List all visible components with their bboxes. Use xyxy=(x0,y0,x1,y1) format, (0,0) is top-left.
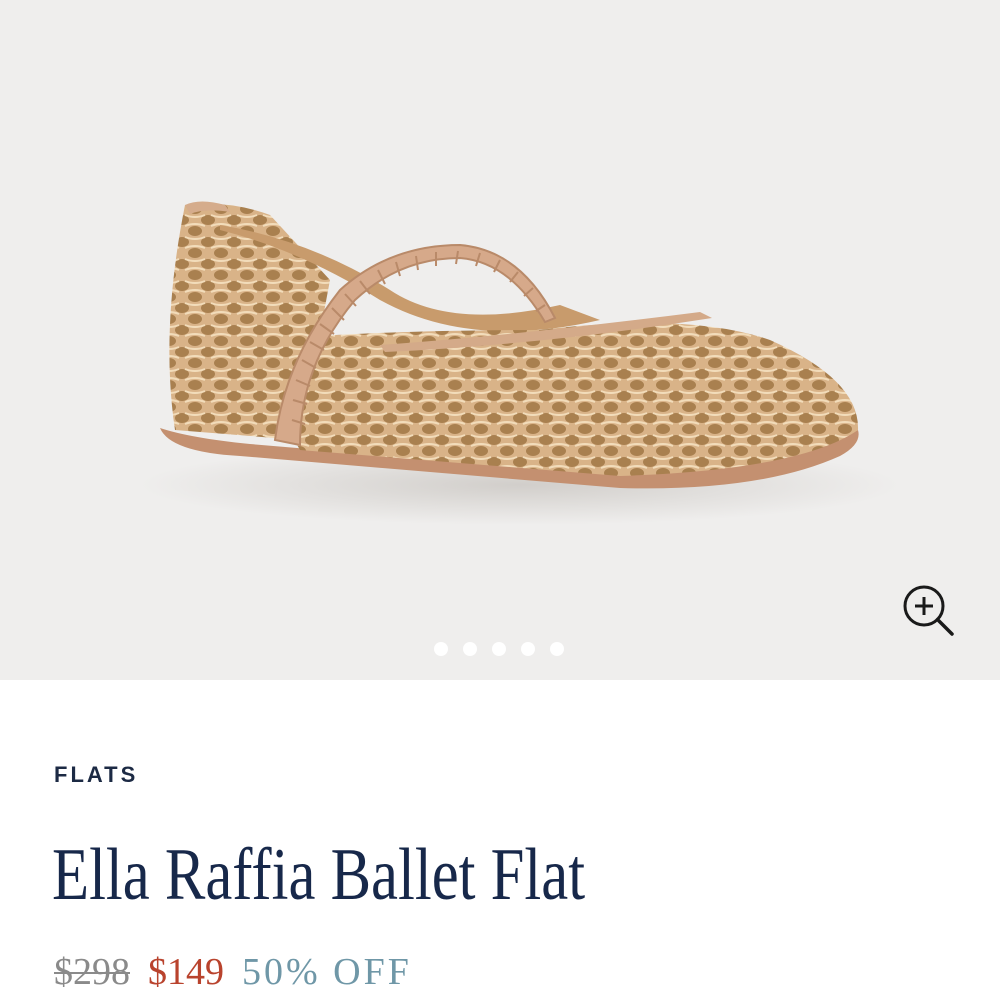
gallery-dot-1[interactable] xyxy=(434,642,448,656)
discount-badge: 50% OFF xyxy=(242,951,412,993)
sale-price: $149 xyxy=(148,951,224,993)
original-price: $298 xyxy=(54,951,130,993)
price-row: $298 $149 50% OFF xyxy=(54,948,412,996)
gallery-dot-3[interactable] xyxy=(492,642,506,656)
zoom-in-icon xyxy=(903,585,954,636)
product-title: Ella Raffia Ballet Flat xyxy=(52,834,586,916)
product-image[interactable] xyxy=(0,0,1000,680)
gallery-pagination xyxy=(0,642,1000,660)
gallery-dot-5[interactable] xyxy=(550,642,564,656)
gallery-dot-4[interactable] xyxy=(521,642,535,656)
product-category[interactable]: FLATS xyxy=(54,762,138,788)
product-image-gallery[interactable] xyxy=(0,0,1000,680)
zoom-button[interactable] xyxy=(900,582,956,638)
gallery-dot-2[interactable] xyxy=(463,642,477,656)
